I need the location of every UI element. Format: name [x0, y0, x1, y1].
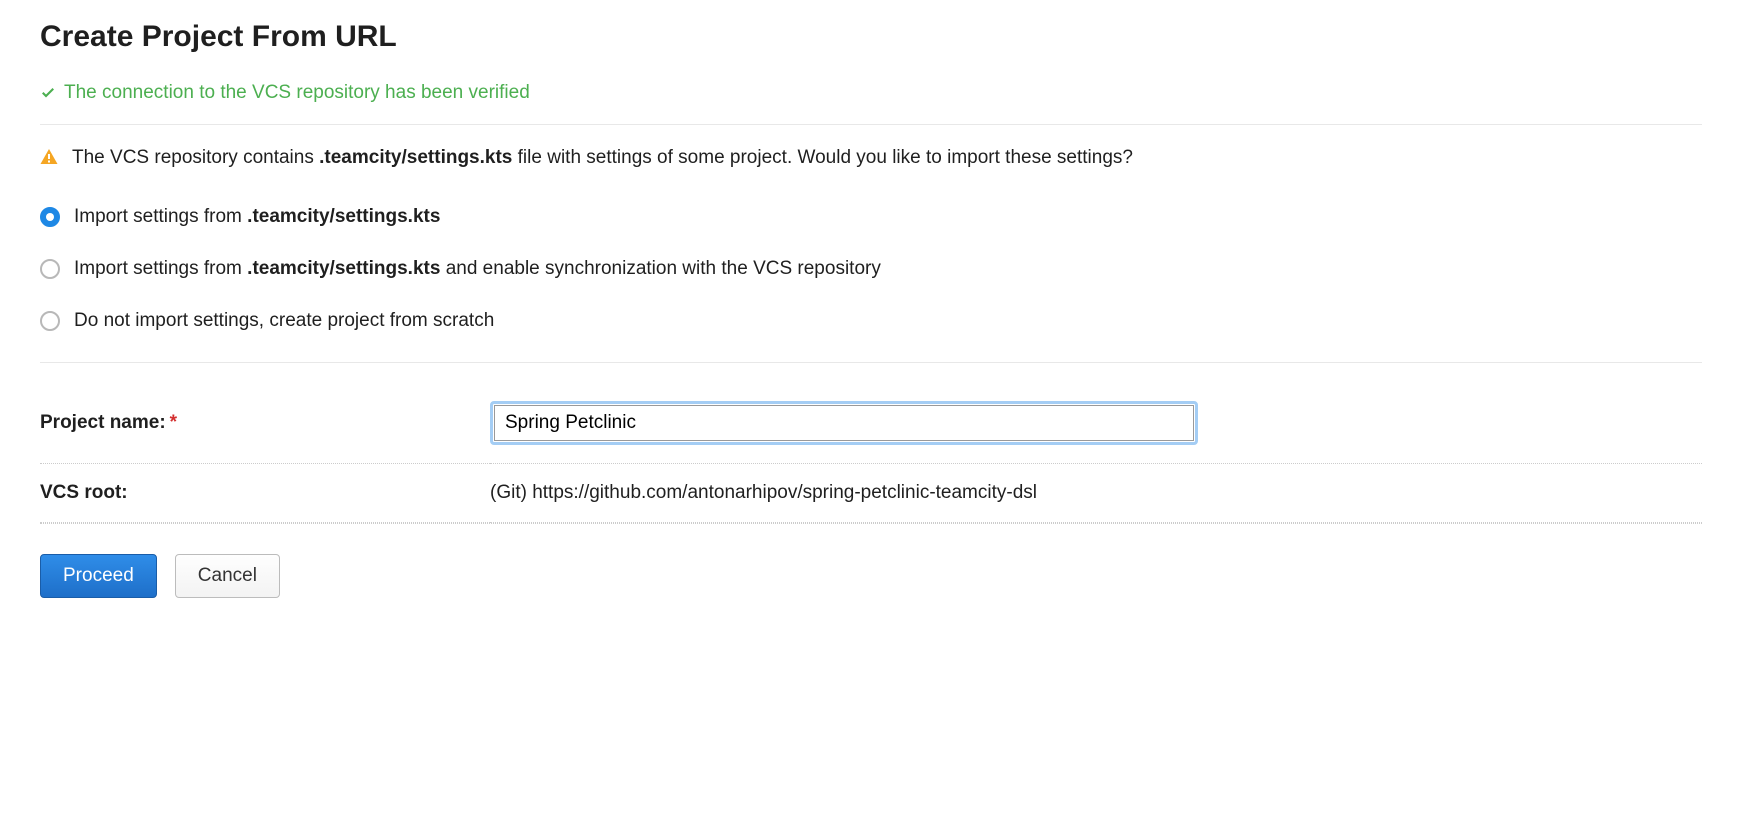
radio-button-icon	[40, 259, 60, 279]
page-title: Create Project From URL	[40, 20, 1702, 54]
radio-import-with-sync[interactable]: Import settings from .teamcity/settings.…	[40, 258, 1702, 280]
divider	[40, 523, 1702, 524]
radio-import-settings[interactable]: Import settings from .teamcity/settings.…	[40, 206, 1702, 228]
proceed-button[interactable]: Proceed	[40, 554, 157, 598]
success-text: The connection to the VCS repository has…	[64, 82, 530, 104]
vcs-root-value: (Git) https://github.com/antonarhipov/sp…	[490, 463, 1702, 522]
warning-text: The VCS repository contains .teamcity/se…	[72, 145, 1133, 172]
required-indicator: *	[170, 412, 177, 433]
radio-no-import[interactable]: Do not import settings, create project f…	[40, 310, 1702, 332]
radio-label: Import settings from .teamcity/settings.…	[74, 206, 440, 228]
warning-message: The VCS repository contains .teamcity/se…	[40, 145, 1702, 172]
button-row: Proceed Cancel	[40, 554, 1702, 598]
cancel-button[interactable]: Cancel	[175, 554, 280, 598]
radio-label: Import settings from .teamcity/settings.…	[74, 258, 881, 280]
import-options-group: Import settings from .teamcity/settings.…	[40, 206, 1702, 332]
vcs-root-label: VCS root:	[40, 463, 490, 522]
radio-button-selected-icon	[40, 207, 60, 227]
radio-label: Do not import settings, create project f…	[74, 310, 494, 332]
divider	[40, 362, 1702, 363]
project-name-input[interactable]	[494, 405, 1194, 441]
form-table: Project name:* VCS root: (Git) https://g…	[40, 383, 1702, 523]
success-message: The connection to the VCS repository has…	[40, 82, 1702, 104]
warning-icon	[40, 148, 58, 166]
divider	[40, 124, 1702, 125]
radio-button-icon	[40, 311, 60, 331]
project-name-label: Project name:*	[40, 383, 490, 464]
check-icon	[40, 85, 56, 101]
